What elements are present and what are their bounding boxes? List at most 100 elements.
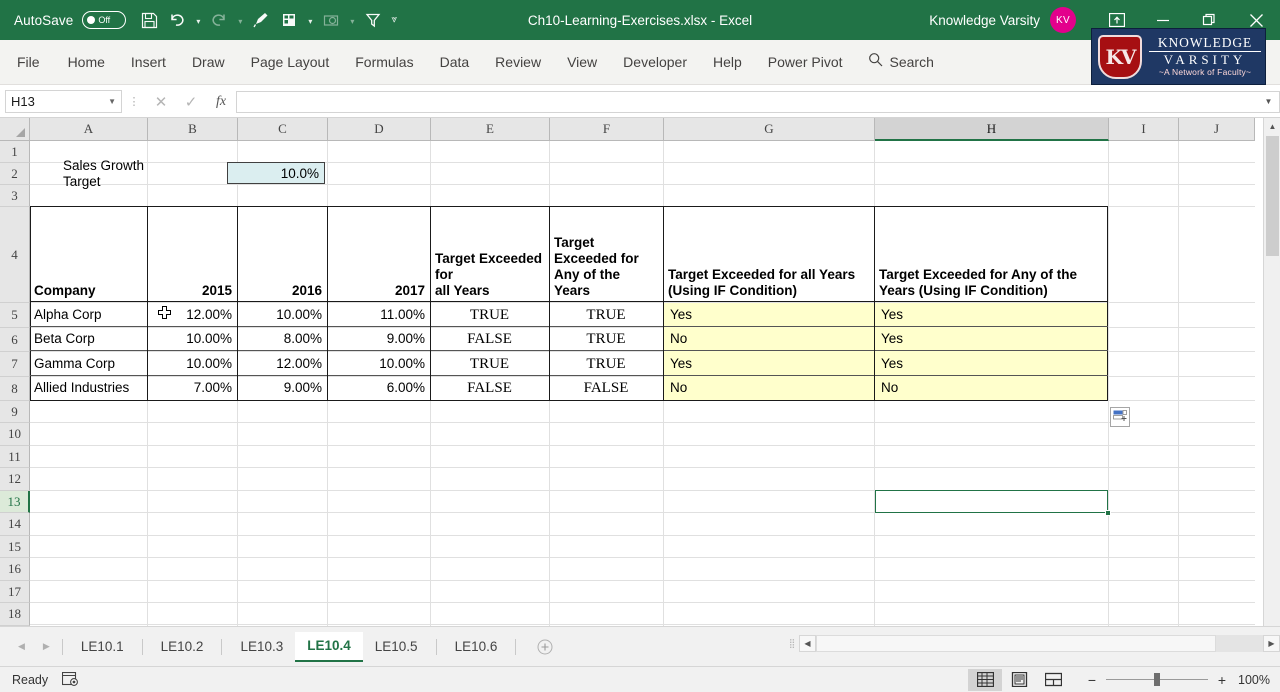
ribbon-tab-power-pivot[interactable]: Power Pivot <box>755 40 856 84</box>
fill-handle[interactable] <box>1104 509 1111 516</box>
cell-d4-header-2017[interactable]: 2017 <box>329 207 428 301</box>
record-macro-icon[interactable] <box>62 672 79 687</box>
row-header-18[interactable]: 18 <box>0 603 30 626</box>
ribbon-tab-review[interactable]: Review <box>482 40 554 84</box>
ribbon-tab-help[interactable]: Help <box>700 40 755 84</box>
cell-b4-header-2015[interactable]: 2015 <box>149 207 235 301</box>
row-header-12[interactable]: 12 <box>0 468 30 491</box>
sheet-prev-icon[interactable]: ◀ <box>18 641 25 652</box>
page-layout-view-icon[interactable] <box>1002 669 1036 691</box>
row-header-4[interactable]: 4 <box>0 207 30 303</box>
sheet-tab-le10-4[interactable]: LE10.4 <box>295 631 363 662</box>
add-sheet-icon[interactable] <box>530 639 560 655</box>
cell-f6-any-years[interactable]: TRUE <box>551 328 661 350</box>
cell-e8-all-years[interactable]: FALSE <box>432 377 547 399</box>
avatar[interactable]: KV <box>1050 7 1076 33</box>
row-header-2[interactable]: 2 <box>0 163 30 185</box>
cell-a8-company[interactable]: Allied Industries <box>31 377 145 399</box>
cell-c7-2016[interactable]: 12.00% <box>239 352 325 375</box>
column-header-h[interactable]: H <box>875 118 1109 141</box>
cell-c5-2016[interactable]: 10.00% <box>239 303 325 326</box>
row-header-1[interactable]: 1 <box>0 141 30 163</box>
cell-d5-2017[interactable]: 11.00% <box>329 303 428 326</box>
select-all-corner[interactable] <box>0 118 30 141</box>
scroll-up-icon[interactable]: ▲ <box>1264 118 1280 135</box>
column-header-f[interactable]: F <box>550 118 664 141</box>
ribbon-tab-insert[interactable]: Insert <box>118 40 179 84</box>
cell-d7-2017[interactable]: 10.00% <box>329 352 428 375</box>
cell-e7-all-years[interactable]: TRUE <box>432 352 547 375</box>
cell-c4-header-2016[interactable]: 2016 <box>239 207 325 301</box>
cell-g5-all-years-if[interactable]: Yes <box>667 303 872 326</box>
row-header-15[interactable]: 15 <box>0 536 30 558</box>
zoom-thumb[interactable] <box>1154 673 1160 686</box>
chevron-down-icon[interactable]: ▼ <box>108 97 116 106</box>
expand-formula-bar-icon[interactable]: ▼ <box>1258 90 1280 113</box>
cell-g4-header-all-years-if[interactable]: Target Exceeded for all Years (Using IF … <box>665 207 872 301</box>
horizontal-scrollbar[interactable]: ⣿ ◀ ▶ <box>785 632 1280 654</box>
ribbon-tab-view[interactable]: View <box>554 40 610 84</box>
column-header-i[interactable]: I <box>1109 118 1179 141</box>
cell-d6-2017[interactable]: 9.00% <box>329 328 428 350</box>
cell-g7-all-years-if[interactable]: Yes <box>667 352 872 375</box>
save-icon[interactable] <box>136 6 162 34</box>
column-header-b[interactable]: B <box>148 118 238 141</box>
ribbon-tab-file[interactable]: File <box>0 40 55 84</box>
column-header-e[interactable]: E <box>431 118 550 141</box>
cell-c2-target-value[interactable]: 10.0% <box>227 162 325 184</box>
cell-a6-company[interactable]: Beta Corp <box>31 328 145 350</box>
sheet-tab-le10-3[interactable]: LE10.3 <box>228 632 295 662</box>
cell-c8-2016[interactable]: 9.00% <box>239 377 325 399</box>
column-header-c[interactable]: C <box>238 118 328 141</box>
row-header-6[interactable]: 6 <box>0 328 30 352</box>
ribbon-tab-draw[interactable]: Draw <box>179 40 238 84</box>
sheet-tab-le10-6[interactable]: LE10.6 <box>443 632 510 662</box>
autosave-toggle[interactable]: Off <box>82 11 127 29</box>
zoom-out-button[interactable]: − <box>1086 672 1098 688</box>
sheet-tab-le10-5[interactable]: LE10.5 <box>363 632 430 662</box>
row-header-14[interactable]: 14 <box>0 513 30 536</box>
cell-g6-all-years-if[interactable]: No <box>667 328 872 350</box>
confirm-icon[interactable]: ✓ <box>176 93 206 111</box>
cell-g8-all-years-if[interactable]: No <box>667 377 872 399</box>
undo-icon[interactable] <box>164 6 190 34</box>
sheet-nav-arrows[interactable]: ◀ ▶ <box>18 641 50 652</box>
insert-function-icon[interactable]: fx <box>206 94 236 110</box>
column-header-d[interactable]: D <box>328 118 431 141</box>
filter-icon[interactable] <box>360 6 386 34</box>
cell-e4-header-all-years[interactable]: Target Exceeded for all Years <box>432 207 547 301</box>
cell-e5-all-years[interactable]: TRUE <box>432 303 547 326</box>
row-header-10[interactable]: 10 <box>0 423 30 446</box>
new-comment-icon[interactable] <box>276 6 302 34</box>
scrollbar-grip[interactable]: ⣿ <box>785 639 799 648</box>
page-break-preview-icon[interactable] <box>1036 669 1070 691</box>
row-header-9[interactable]: 9 <box>0 401 30 423</box>
cell-c6-2016[interactable]: 8.00% <box>239 328 325 350</box>
selected-cell-h13[interactable] <box>875 490 1111 516</box>
sheet-tab-le10-2[interactable]: LE10.2 <box>149 632 216 662</box>
sheet-tab-le10-1[interactable]: LE10.1 <box>69 632 136 662</box>
name-box[interactable]: H13 ▼ <box>5 90 122 113</box>
column-header-g[interactable]: G <box>664 118 875 141</box>
cell-f7-any-years[interactable]: TRUE <box>551 352 661 375</box>
ribbon-tab-formulas[interactable]: Formulas <box>342 40 426 84</box>
quick-analysis-icon[interactable] <box>1110 407 1130 427</box>
cell-a4-header-company[interactable]: Company <box>31 207 145 301</box>
format-painter-icon[interactable] <box>248 6 274 34</box>
row-header-17[interactable]: 17 <box>0 581 30 603</box>
row-header-7[interactable]: 7 <box>0 352 30 377</box>
cell-b8-2015[interactable]: 7.00% <box>149 377 235 399</box>
ribbon-tab-developer[interactable]: Developer <box>610 40 700 84</box>
row-header-16[interactable]: 16 <box>0 558 30 581</box>
row-header-11[interactable]: 11 <box>0 446 30 468</box>
cell-h6-any-years-if[interactable]: Yes <box>878 328 1106 350</box>
cell-e6-all-years[interactable]: FALSE <box>432 328 547 350</box>
normal-view-icon[interactable] <box>968 668 1002 691</box>
vertical-scrollbar[interactable]: ▲ <box>1263 118 1280 626</box>
row-header-8[interactable]: 8 <box>0 377 30 401</box>
cell-f4-header-any-years[interactable]: Target Exceeded for Any of the Years <box>551 207 661 301</box>
sheet-next-icon[interactable]: ▶ <box>43 641 50 652</box>
cell-b6-2015[interactable]: 10.00% <box>149 328 235 350</box>
cell-a7-company[interactable]: Gamma Corp <box>31 352 145 375</box>
column-header-j[interactable]: J <box>1179 118 1255 141</box>
